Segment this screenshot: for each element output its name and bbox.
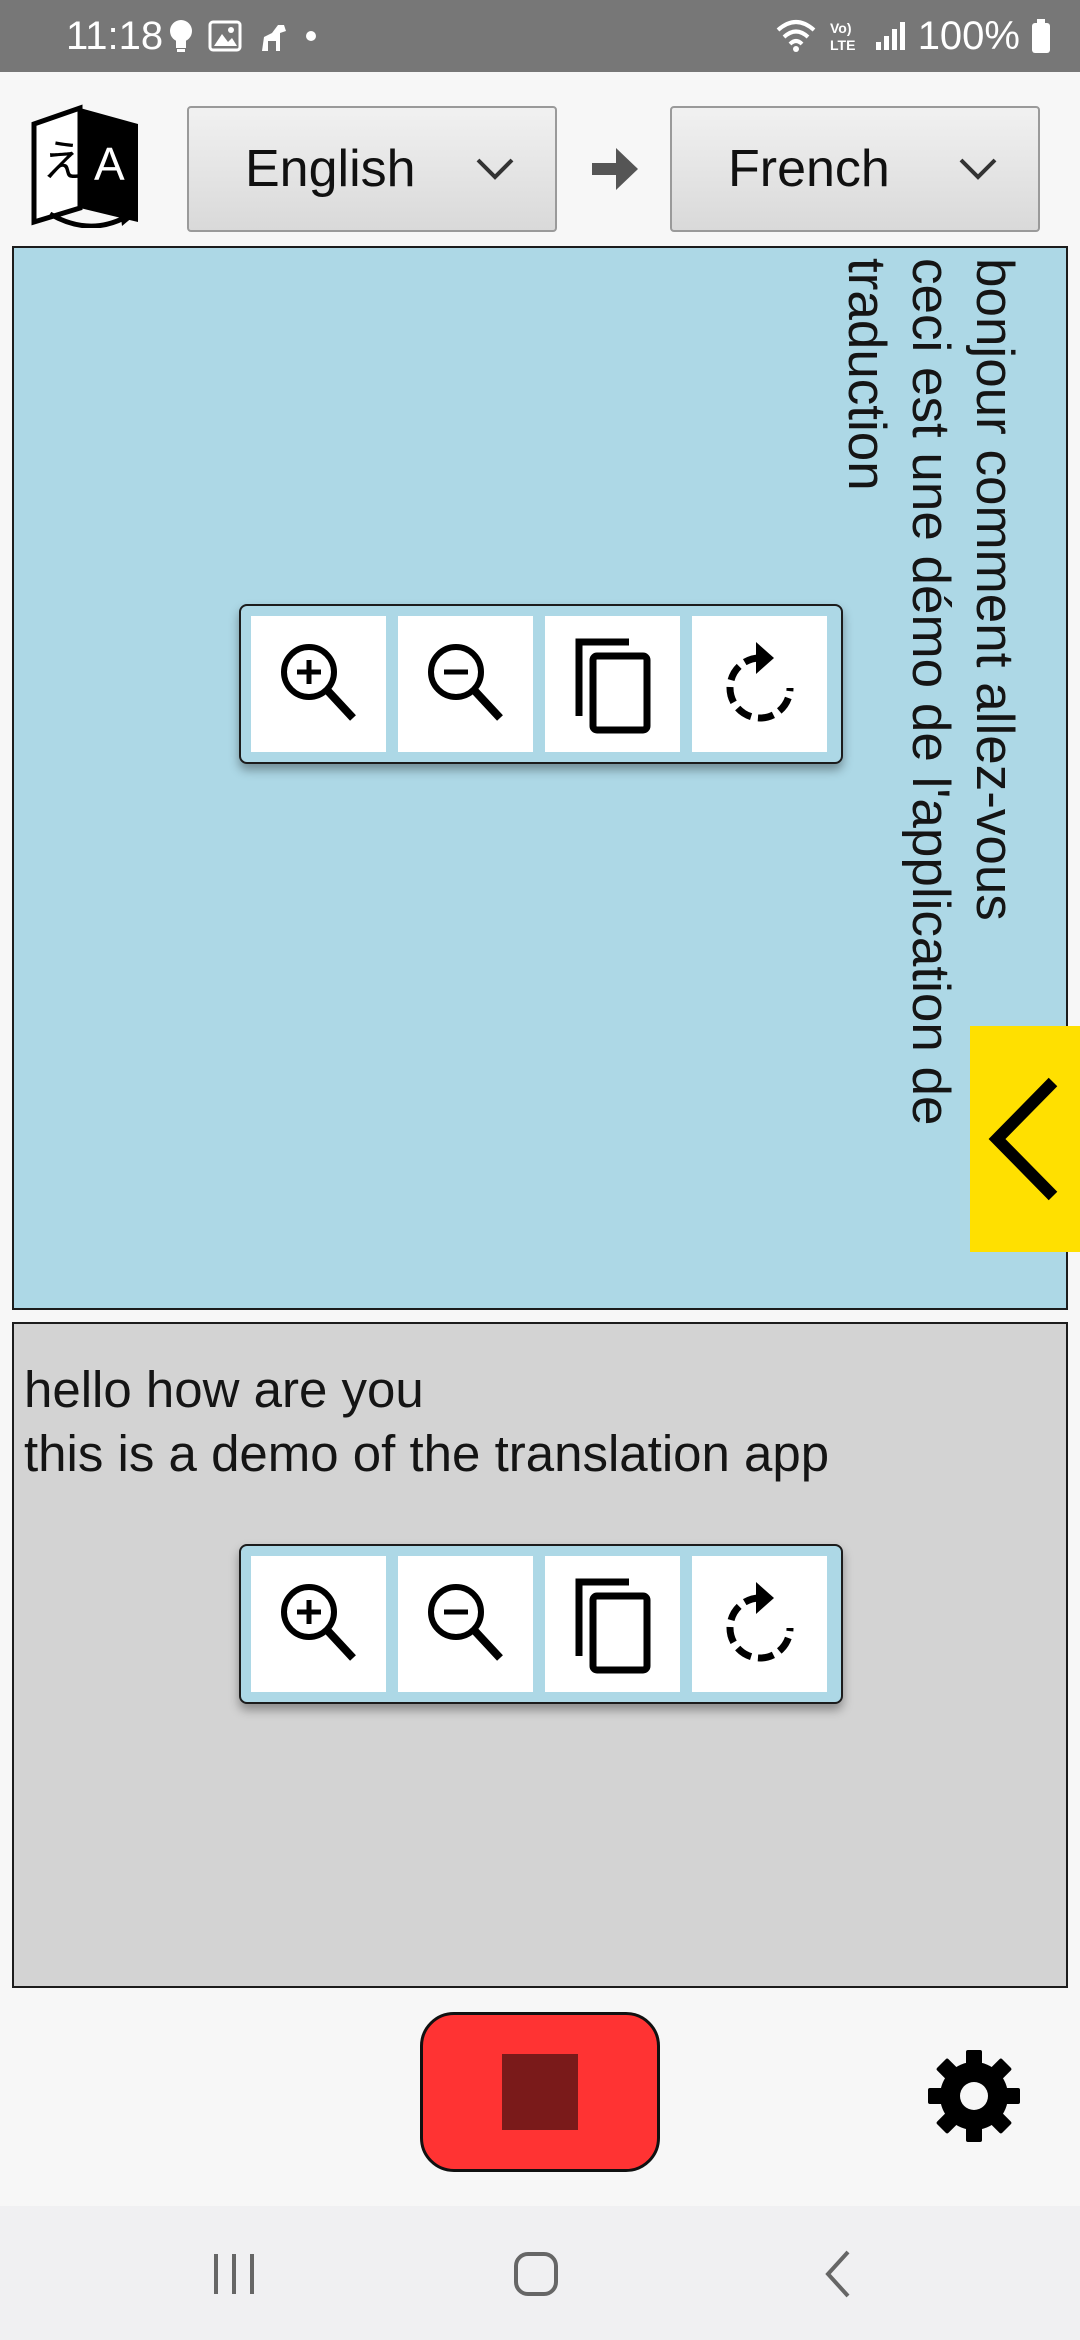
zoom-out-icon: [427, 644, 503, 721]
dog-icon: [262, 25, 286, 51]
zoom-out-button[interactable]: [398, 1556, 533, 1692]
source-language-select[interactable]: English: [187, 106, 557, 232]
svg-text:Vo): Vo): [830, 20, 852, 36]
svg-text:LTE: LTE: [830, 37, 855, 53]
volte-icon: Vo) LTE: [830, 20, 855, 53]
status-bar: 11:18 Vo) LTE 100%: [0, 0, 1080, 72]
copy-icon: [575, 1578, 650, 1674]
rotate-button[interactable]: [692, 616, 827, 752]
rotate-button[interactable]: [692, 1556, 827, 1692]
battery-percent: 100%: [917, 14, 1020, 58]
bulb-icon: [170, 20, 192, 52]
zoom-out-button[interactable]: [398, 616, 533, 752]
source-text: hello how are you this is a demo of the …: [24, 1358, 829, 1486]
header: え A English French: [0, 72, 1080, 242]
source-line: hello how are you: [24, 1361, 424, 1418]
target-language-select[interactable]: French: [670, 106, 1040, 232]
status-system-icons: Vo) LTE 100%: [774, 14, 1052, 58]
copy-button[interactable]: [545, 1556, 680, 1692]
side-drawer-tab[interactable]: [970, 1026, 1080, 1252]
source-input-panel[interactable]: hello how are you this is a demo of the …: [12, 1322, 1068, 1988]
arrow-right-icon: [592, 148, 638, 190]
home-icon[interactable]: [506, 2246, 566, 2302]
source-language-label: English: [245, 140, 416, 198]
navigation-bar: [0, 2206, 1080, 2340]
zoom-in-button[interactable]: [251, 616, 386, 752]
status-time: 11:18: [66, 14, 164, 58]
copy-icon: [575, 638, 650, 734]
chevron-down-icon: [476, 158, 514, 180]
translation-output-panel: bonjour comment allez-vous ceci est une …: [12, 246, 1068, 1310]
zoom-in-button[interactable]: [251, 1556, 386, 1692]
chevron-left-icon: [988, 1077, 1058, 1201]
rotate-icon: [726, 642, 793, 722]
svg-text:え: え: [42, 136, 86, 187]
zoom-out-icon: [427, 1584, 503, 1661]
zoom-in-icon: [280, 644, 356, 721]
recents-icon[interactable]: [204, 2246, 264, 2302]
dot-icon: [306, 31, 316, 41]
wifi-icon: [776, 20, 816, 52]
zoom-in-icon: [280, 1584, 356, 1661]
gallery-icon: [208, 20, 242, 52]
copy-button[interactable]: [545, 616, 680, 752]
stop-recording-button[interactable]: [420, 2012, 660, 2172]
translate-logo-icon: え A: [31, 104, 138, 228]
translated-line: ceci est une démo de l'application de: [901, 258, 960, 1126]
back-icon[interactable]: [810, 2246, 870, 2302]
translation-toolbar: [239, 604, 843, 764]
chevron-down-icon: [959, 158, 997, 180]
translated-line: traduction: [837, 258, 896, 491]
source-toolbar: [239, 1544, 843, 1704]
signal-icon: [875, 22, 905, 50]
svg-text:A: A: [94, 138, 125, 190]
target-language-label: French: [728, 140, 890, 198]
stop-icon: [502, 2054, 578, 2130]
source-line: this is a demo of the translation app: [24, 1425, 830, 1482]
gear-icon[interactable]: [924, 2046, 1024, 2146]
battery-icon: [1032, 19, 1050, 53]
rotate-icon: [726, 1582, 793, 1662]
status-notification-icons: [168, 16, 318, 56]
